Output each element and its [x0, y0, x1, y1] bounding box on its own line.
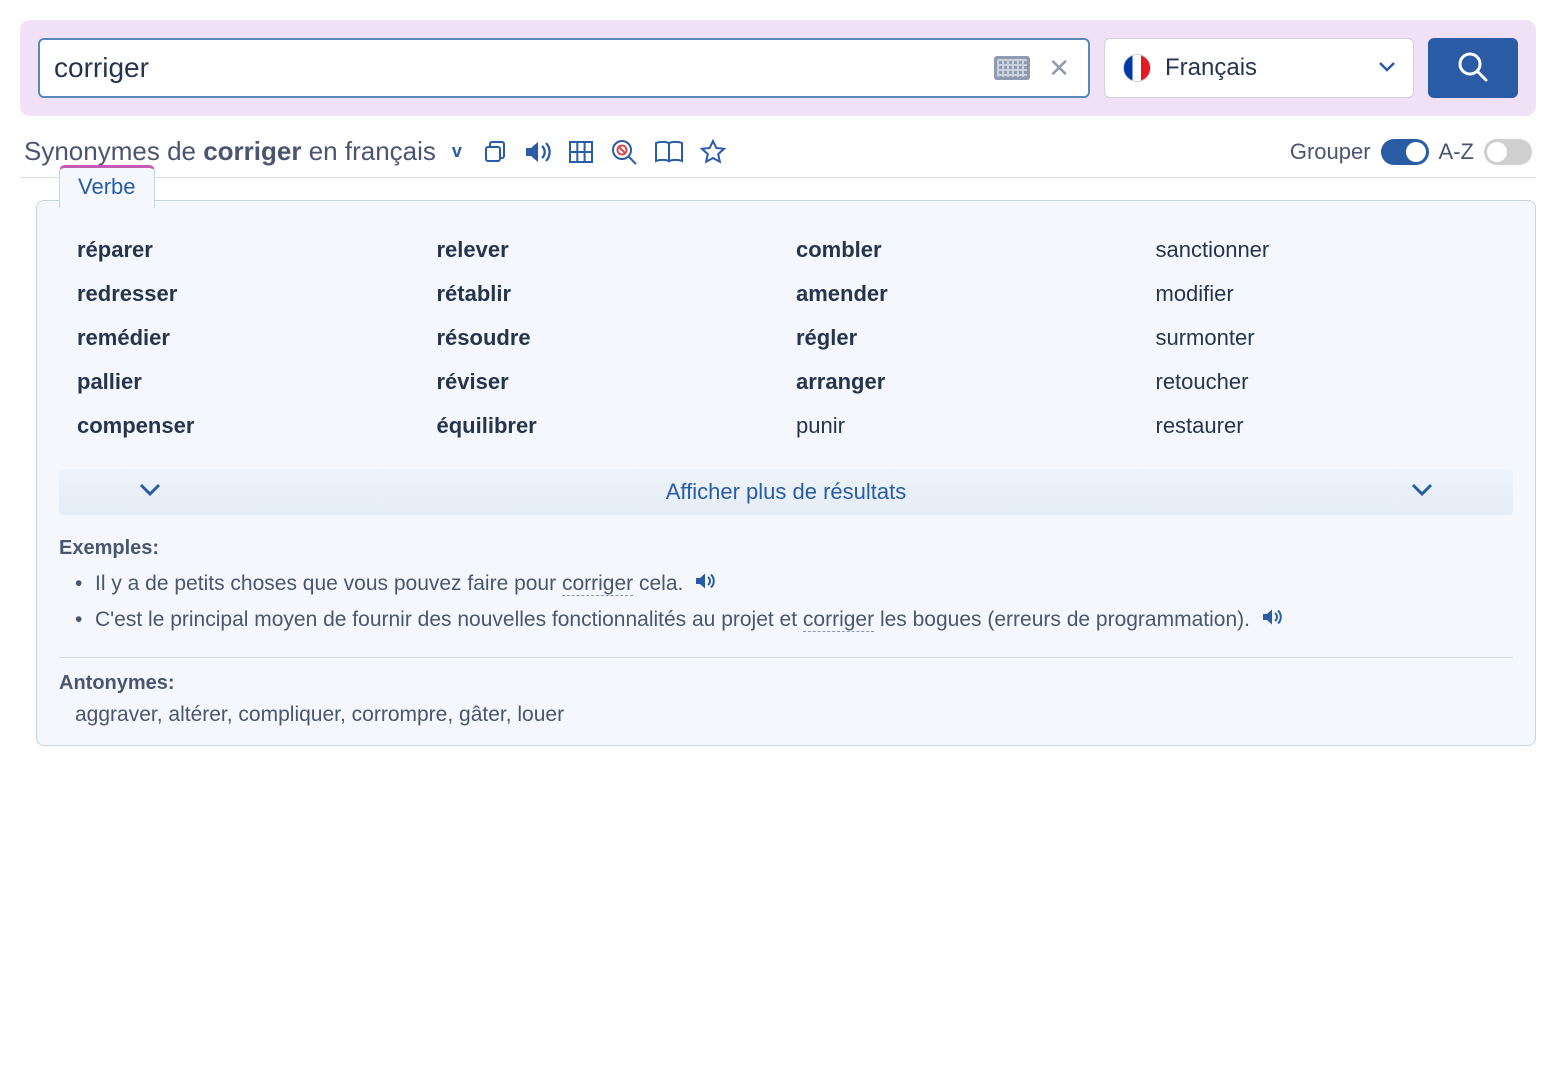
synonyms-grid: réparer redresser remédier pallier compenser… — [37, 201, 1535, 469]
synonym-word[interactable]: sanctionner — [1156, 237, 1496, 263]
copy-icon[interactable] — [482, 139, 508, 165]
search-button[interactable] — [1428, 38, 1518, 98]
zoom-icon[interactable] — [610, 138, 638, 166]
chevron-down-icon — [139, 483, 161, 502]
chevron-down-icon — [1379, 59, 1395, 77]
synonym-word[interactable]: arranger — [796, 369, 1136, 395]
synonym-word[interactable]: compenser — [77, 413, 417, 439]
show-more-label: Afficher plus de résultats — [666, 479, 907, 505]
synonym-word[interactable]: restaurer — [1156, 413, 1496, 439]
synonym-word[interactable]: surmonter — [1156, 325, 1496, 351]
grid-icon[interactable] — [568, 140, 594, 164]
header-row: Synonymes de corriger en français v Grou… — [20, 136, 1536, 178]
toggle-group: Grouper A-Z — [1290, 139, 1532, 165]
language-label: Français — [1165, 54, 1379, 82]
example-item: C'est le principal moyen de fournir des … — [75, 604, 1513, 636]
group-toggle[interactable] — [1381, 139, 1429, 165]
results-card: Verbe réparerredresserremédierpalliercom… — [36, 200, 1536, 746]
flag-icon — [1123, 54, 1151, 82]
book-icon[interactable] — [654, 140, 684, 164]
search-bar: ✕ Français — [20, 20, 1536, 116]
language-select[interactable]: Français — [1104, 38, 1414, 98]
examples-section: Exemples: Il y a de petits choses que vo… — [37, 537, 1535, 657]
pos-tag[interactable]: v — [452, 141, 462, 162]
synonym-word[interactable]: modifier — [1156, 281, 1496, 307]
page-title: Synonymes de corriger en français — [24, 136, 436, 167]
chevron-down-icon — [1411, 483, 1433, 502]
az-label: A-Z — [1439, 139, 1474, 165]
synonym-word[interactable]: rétablir — [437, 281, 777, 307]
az-toggle[interactable] — [1484, 139, 1532, 165]
clear-icon[interactable]: ✕ — [1044, 55, 1074, 81]
synonym-word[interactable]: retoucher — [1156, 369, 1496, 395]
synonym-word[interactable]: pallier — [77, 369, 417, 395]
synonym-word[interactable]: amender — [796, 281, 1136, 307]
speaker-icon[interactable] — [524, 139, 552, 165]
speaker-icon[interactable] — [1262, 608, 1282, 631]
toolbar — [482, 138, 726, 166]
synonym-word[interactable]: réparer — [77, 237, 417, 263]
synonym-word[interactable]: relever — [437, 237, 777, 263]
keyboard-icon[interactable] — [994, 56, 1030, 80]
group-label: Grouper — [1290, 139, 1371, 165]
examples-list: Il y a de petits choses que vous pouvez … — [59, 568, 1513, 635]
examples-title: Exemples: — [59, 537, 1513, 560]
divider — [59, 657, 1513, 658]
speaker-icon[interactable] — [695, 572, 715, 595]
search-icon — [1456, 50, 1490, 87]
highlighted-word: corriger — [562, 572, 633, 596]
synonym-word[interactable]: combler — [796, 237, 1136, 263]
show-more-button[interactable]: Afficher plus de résultats — [59, 469, 1513, 515]
antonyms-title: Antonymes: — [59, 672, 1513, 695]
search-input-wrap: ✕ — [38, 38, 1090, 98]
synonym-word[interactable]: résoudre — [437, 325, 777, 351]
search-input[interactable] — [54, 52, 994, 84]
synonym-word[interactable]: régler — [796, 325, 1136, 351]
antonyms-section: Antonymes: aggraver, altérer, compliquer… — [37, 672, 1535, 745]
synonym-word[interactable]: punir — [796, 413, 1136, 439]
highlighted-word: corriger — [803, 608, 874, 632]
example-item: Il y a de petits choses que vous pouvez … — [75, 568, 1513, 600]
star-icon[interactable] — [700, 139, 726, 165]
tab-verbe[interactable]: Verbe — [59, 165, 155, 208]
synonym-word[interactable]: équilibrer — [437, 413, 777, 439]
antonyms-list: aggraver, altérer, compliquer, corrompre… — [59, 703, 1513, 727]
synonym-word[interactable]: remédier — [77, 325, 417, 351]
synonym-word[interactable]: réviser — [437, 369, 777, 395]
synonym-word[interactable]: redresser — [77, 281, 417, 307]
